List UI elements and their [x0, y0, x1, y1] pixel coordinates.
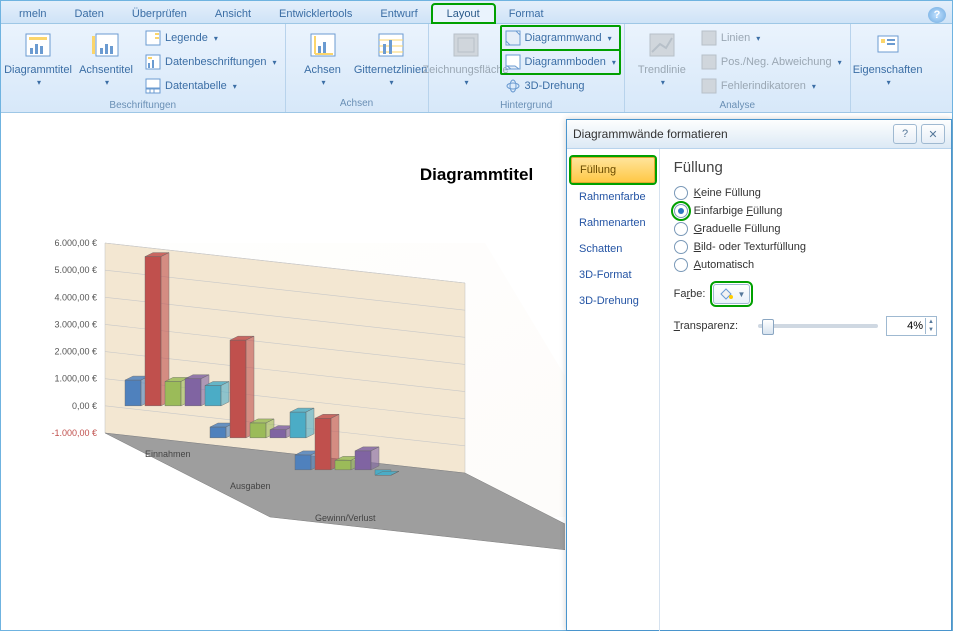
data-labels-icon [145, 54, 161, 70]
group-analyse: Trendlinie Linien Pos./Neg. Abweichung F… [625, 24, 851, 112]
group-achsen: Achsen Gitternetzlinien Achsen [286, 24, 429, 112]
group-label: Beschriftungen [5, 98, 281, 114]
diagrammwand-button[interactable]: Diagrammwand [501, 26, 620, 50]
transparenz-spinner[interactable]: ▲▼ [886, 316, 937, 336]
diagrammboden-button[interactable]: Diagrammboden [501, 50, 620, 74]
linien-button: Linien [697, 26, 846, 50]
tab-ansicht[interactable]: Ansicht [201, 5, 265, 23]
achsen-button[interactable]: Achsen [290, 26, 356, 87]
svg-text:3.000,00 €: 3.000,00 € [54, 319, 97, 329]
chart-floor-icon [505, 54, 521, 70]
spin-up-icon[interactable]: ▲ [926, 318, 936, 326]
rotate-3d-icon [505, 78, 521, 94]
nav-rahmenarten[interactable]: Rahmenarten [571, 211, 655, 235]
drehung-3d-button[interactable]: 3D-Drehung [501, 74, 620, 98]
dialog-content: Füllung Keine Füllung Einfarbige Füllung… [660, 149, 951, 631]
zeichnungsflaeche-button: Zeichnungsfläche [433, 26, 499, 87]
gridlines-icon [375, 30, 407, 62]
properties-icon [872, 30, 904, 62]
datentabelle-button[interactable]: Datentabelle [141, 74, 281, 98]
menu-tabs: rmeln Daten Überprüfen Ansicht Entwickle… [1, 1, 952, 24]
radio-graduelle-fuellung[interactable]: Graduelle Füllung [674, 222, 937, 236]
svg-text:6.000,00 €: 6.000,00 € [54, 238, 97, 248]
axes-icon [307, 30, 339, 62]
fehlerindikatoren-button: Fehlerindikatoren [697, 74, 846, 98]
trendline-icon [646, 30, 678, 62]
group-beschriftungen: Diagrammtitel Achsentitel Legende Datenb… [1, 24, 286, 112]
svg-text:1.000,00 €: 1.000,00 € [54, 374, 97, 384]
transparenz-slider[interactable] [758, 324, 878, 328]
group-hintergrund: Zeichnungsfläche Diagrammwand Diagrammbo… [429, 24, 625, 112]
dialog-nav: Füllung Rahmenfarbe Rahmenarten Schatten… [567, 149, 660, 631]
tab-entwicklertools[interactable]: Entwicklertools [265, 5, 366, 23]
spin-down-icon[interactable]: ▼ [926, 326, 936, 334]
lines-icon [701, 30, 717, 46]
datenbeschriftungen-button[interactable]: Datenbeschriftungen [141, 50, 281, 74]
gitternetzlinien-button[interactable]: Gitternetzlinien [358, 26, 424, 87]
dialog-titlebar[interactable]: Diagrammwände formatieren ? ✕ [567, 120, 951, 149]
help-icon[interactable]: ? [928, 7, 946, 23]
svg-text:5.000,00 €: 5.000,00 € [54, 265, 97, 275]
content-heading: Füllung [674, 159, 937, 176]
tab-layout[interactable]: Layout [432, 4, 495, 23]
dialog-close-button[interactable]: ✕ [921, 124, 945, 144]
tab-ueberpruefen[interactable]: Überprüfen [118, 5, 201, 23]
radio-automatisch[interactable]: Automatisch [674, 258, 937, 272]
nav-fuellung[interactable]: Füllung [571, 157, 655, 183]
trendlinie-button: Trendlinie [629, 26, 695, 87]
svg-text:4.000,00 €: 4.000,00 € [54, 292, 97, 302]
group-eigenschaften: Eigenschaften [851, 24, 925, 112]
tab-entwurf[interactable]: Entwurf [366, 5, 431, 23]
svg-text:0,00 €: 0,00 € [72, 401, 97, 411]
nav-rahmenfarbe[interactable]: Rahmenfarbe [571, 185, 655, 209]
group-label: Hintergrund [433, 98, 620, 114]
axis-title-icon [90, 30, 122, 62]
paint-bucket-icon [718, 287, 734, 301]
radio-bild-texturfuellung[interactable]: Bild- oder Texturfüllung [674, 240, 937, 254]
error-bars-icon [701, 78, 717, 94]
legend-icon [145, 30, 161, 46]
achsentitel-button[interactable]: Achsentitel [73, 26, 139, 87]
eigenschaften-button[interactable]: Eigenschaften [855, 26, 921, 87]
radio-keine-fuellung[interactable]: Keine Füllung [674, 186, 937, 200]
transparenz-value[interactable] [887, 320, 925, 332]
group-label: Achsen [290, 96, 424, 112]
tab-formeln[interactable]: rmeln [5, 5, 61, 23]
chart-3d-bars: -1.000,00 € 0,00 € 1.000,00 € 2.000,00 € 3.0… [5, 203, 565, 623]
posneg-button: Pos./Neg. Abweichung [697, 50, 846, 74]
dialog-help-button[interactable]: ? [893, 124, 917, 144]
data-table-icon [145, 78, 161, 94]
svg-text:Ausgaben: Ausgaben [230, 481, 271, 491]
nav-3d-format[interactable]: 3D-Format [571, 263, 655, 287]
radio-einfarbige-fuellung[interactable]: Einfarbige Füllung [674, 204, 937, 218]
legende-button[interactable]: Legende [141, 26, 281, 50]
diagrammtitel-button[interactable]: Diagrammtitel [5, 26, 71, 87]
tab-format[interactable]: Format [495, 5, 558, 23]
dialog-title: Diagrammwände formatieren [573, 127, 728, 141]
chart-wall-icon [505, 30, 521, 46]
updown-bars-icon [701, 54, 717, 70]
nav-schatten[interactable]: Schatten [571, 237, 655, 261]
nav-3d-drehung[interactable]: 3D-Drehung [571, 289, 655, 313]
svg-text:-1.000,00 €: -1.000,00 € [51, 428, 97, 438]
color-picker-button[interactable]: ▼ [713, 284, 750, 304]
format-walls-dialog: Diagrammwände formatieren ? ✕ Füllung Ra… [566, 119, 952, 631]
svg-text:2.000,00 €: 2.000,00 € [54, 347, 97, 357]
tab-daten[interactable]: Daten [61, 5, 118, 23]
ribbon: Diagrammtitel Achsentitel Legende Datenb… [1, 24, 952, 113]
svg-text:Gewinn/Verlust: Gewinn/Verlust [315, 513, 376, 523]
farbe-label: Farbe: [674, 288, 706, 300]
chart-title-icon [22, 30, 54, 62]
group-label: Analyse [629, 98, 846, 114]
transparenz-label: Transparenz: [674, 320, 738, 332]
svg-text:Einnahmen: Einnahmen [145, 449, 191, 459]
plot-area-icon [450, 30, 482, 62]
